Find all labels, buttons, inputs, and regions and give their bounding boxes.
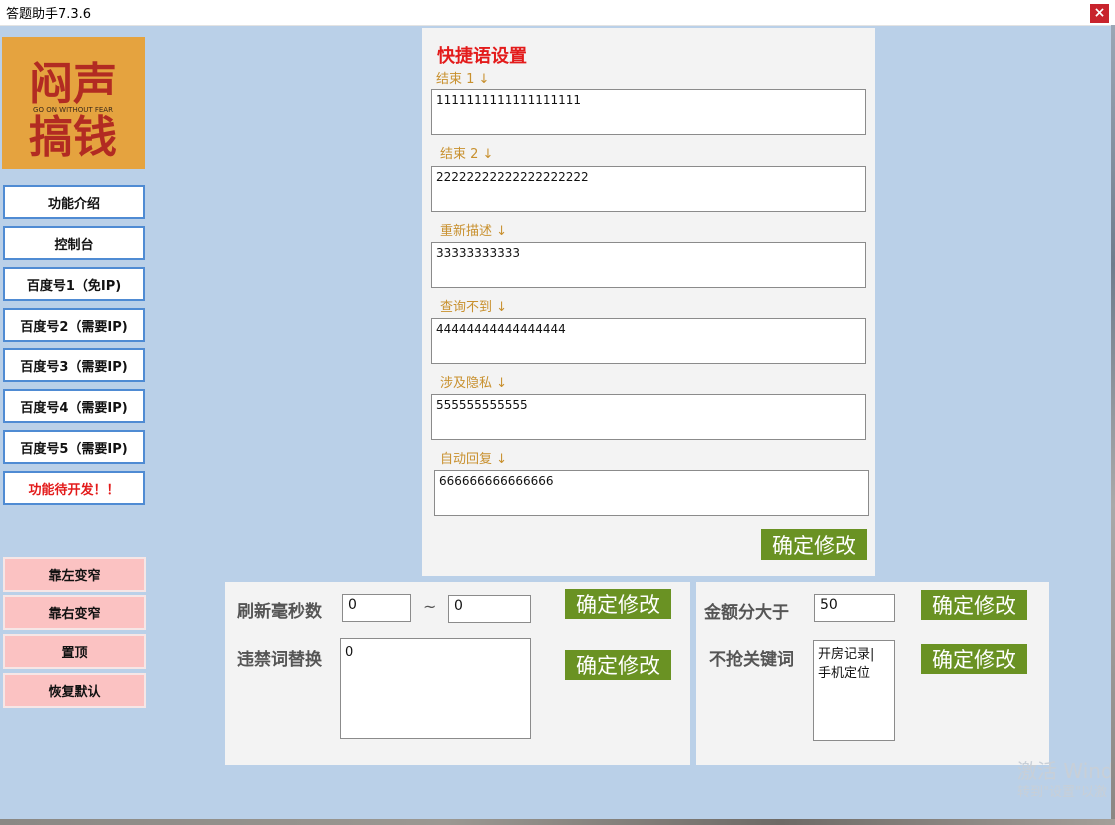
amount-confirm-button[interactable]: 确定修改	[921, 590, 1027, 620]
action-label: 靠右变窄	[48, 607, 101, 622]
privacy-label: 涉及隐私 ↓	[440, 376, 508, 391]
logo-line1: 闷声	[29, 59, 117, 110]
confirm-label: 确定修改	[772, 533, 856, 558]
banned-words-label: 违禁词替换	[237, 650, 322, 670]
end-1-label: 结束 1 ↓	[436, 72, 490, 87]
nav-label: 百度号3（需要IP)	[20, 359, 128, 375]
not-found-input[interactable]: 44444444444444444	[431, 318, 866, 364]
restore-default-button[interactable]: 恢复默认	[3, 673, 146, 708]
pin-top-button[interactable]: 置顶	[3, 634, 146, 669]
logo: 闷声 GO ON WITHOUT FEAR 搞钱	[2, 37, 145, 169]
confirm-label: 确定修改	[576, 654, 660, 678]
activation-watermark-subtitle: 转到"设置"以激	[1017, 785, 1107, 800]
nav-label: 百度号2（需要IP)	[20, 319, 128, 335]
close-icon: ×	[1093, 5, 1106, 21]
excluded-keywords-textarea[interactable]: 开房记录| 手机定位	[813, 640, 895, 741]
redescribe-input[interactable]: 33333333333	[431, 242, 866, 288]
refresh-confirm-button[interactable]: 确定修改	[565, 589, 671, 619]
logo-line2: 搞钱	[29, 112, 117, 163]
keywords-confirm-button[interactable]: 确定修改	[921, 644, 1027, 674]
quick-phrase-title: 快捷语设置	[437, 46, 527, 67]
auto-reply-input[interactable]: 666666666666666	[434, 470, 869, 516]
end-2-label: 结束 2 ↓	[440, 147, 494, 162]
action-label: 恢复默认	[48, 685, 101, 700]
nav-label: 百度号1（免IP)	[26, 278, 122, 294]
banned-words-confirm-button[interactable]: 确定修改	[565, 650, 671, 680]
auto-reply-label: 自动回复 ↓	[440, 452, 508, 467]
nav-label: 控制台	[54, 237, 94, 253]
refresh-min-input[interactable]: 0	[342, 594, 411, 622]
nav-label: 功能介绍	[47, 196, 100, 212]
amount-input[interactable]: 50	[814, 594, 895, 622]
nav-baidu-1-button[interactable]: 百度号1（免IP)	[3, 267, 145, 301]
end-2-input[interactable]: 22222222222222222222	[431, 166, 866, 212]
nav-baidu-5-button[interactable]: 百度号5（需要IP)	[3, 430, 145, 464]
nav-label: 百度号5（需要IP)	[20, 441, 128, 457]
dock-right-narrow-button[interactable]: 靠右变窄	[3, 595, 146, 630]
end-1-input[interactable]: 1111111111111111111	[431, 89, 866, 135]
window-title: 答题助手7.3.6	[6, 7, 92, 22]
desktop-edge	[1111, 25, 1115, 822]
redescribe-label: 重新描述 ↓	[440, 224, 508, 239]
nav-feature-intro-button[interactable]: 功能介绍	[3, 185, 145, 219]
nav-console-button[interactable]: 控制台	[3, 226, 145, 260]
excluded-keywords-label: 不抢关键词	[709, 650, 794, 670]
action-label: 置顶	[61, 646, 88, 661]
not-found-label: 查询不到 ↓	[440, 300, 508, 315]
range-separator: ~	[423, 597, 437, 616]
dock-left-narrow-button[interactable]: 靠左变窄	[3, 557, 146, 592]
nav-baidu-2-button[interactable]: 百度号2（需要IP)	[3, 308, 145, 342]
nav-label: 百度号4（需要IP)	[20, 400, 128, 416]
nav-baidu-4-button[interactable]: 百度号4（需要IP)	[3, 389, 145, 423]
amount-settings-panel: 金额分大于 50 确定修改 不抢关键词 开房记录| 手机定位 确定修改	[696, 582, 1049, 765]
confirm-label: 确定修改	[576, 593, 660, 617]
refresh-max-input[interactable]: 0	[448, 595, 531, 623]
app-window: 答题助手7.3.6 × 闷声 GO ON WITHOUT FEAR 搞钱 功能介…	[0, 0, 1115, 822]
activation-watermark-title: 激活 Wind	[1017, 759, 1114, 783]
refresh-settings-panel: 刷新毫秒数 0 ~ 0 确定修改 违禁词替换 0 确定修改	[225, 582, 690, 765]
refresh-ms-label: 刷新毫秒数	[237, 602, 322, 622]
privacy-input[interactable]: 555555555555	[431, 394, 866, 440]
confirm-label: 确定修改	[932, 594, 1016, 618]
desktop-bottom-edge	[0, 819, 1115, 825]
amount-label: 金额分大于	[704, 603, 789, 623]
keyword-line: 手机定位	[818, 666, 871, 681]
quick-phrase-confirm-button[interactable]: 确定修改	[761, 529, 867, 560]
action-label: 靠左变窄	[48, 569, 101, 584]
quick-phrase-panel: 快捷语设置 结束 1 ↓ 1111111111111111111 结束 2 ↓ …	[422, 28, 875, 576]
keyword-line: 开房记录|	[818, 647, 875, 662]
nav-coming-soon-button[interactable]: 功能待开发！！	[3, 471, 145, 505]
banned-words-textarea[interactable]: 0	[340, 638, 531, 739]
nav-label: 功能待开发！！	[28, 482, 120, 498]
confirm-label: 确定修改	[932, 648, 1016, 672]
nav-baidu-3-button[interactable]: 百度号3（需要IP)	[3, 348, 145, 382]
close-button[interactable]: ×	[1090, 4, 1109, 23]
logo-artwork: 闷声 GO ON WITHOUT FEAR 搞钱	[29, 59, 117, 163]
title-bar[interactable]: 答题助手7.3.6 ×	[0, 0, 1115, 26]
